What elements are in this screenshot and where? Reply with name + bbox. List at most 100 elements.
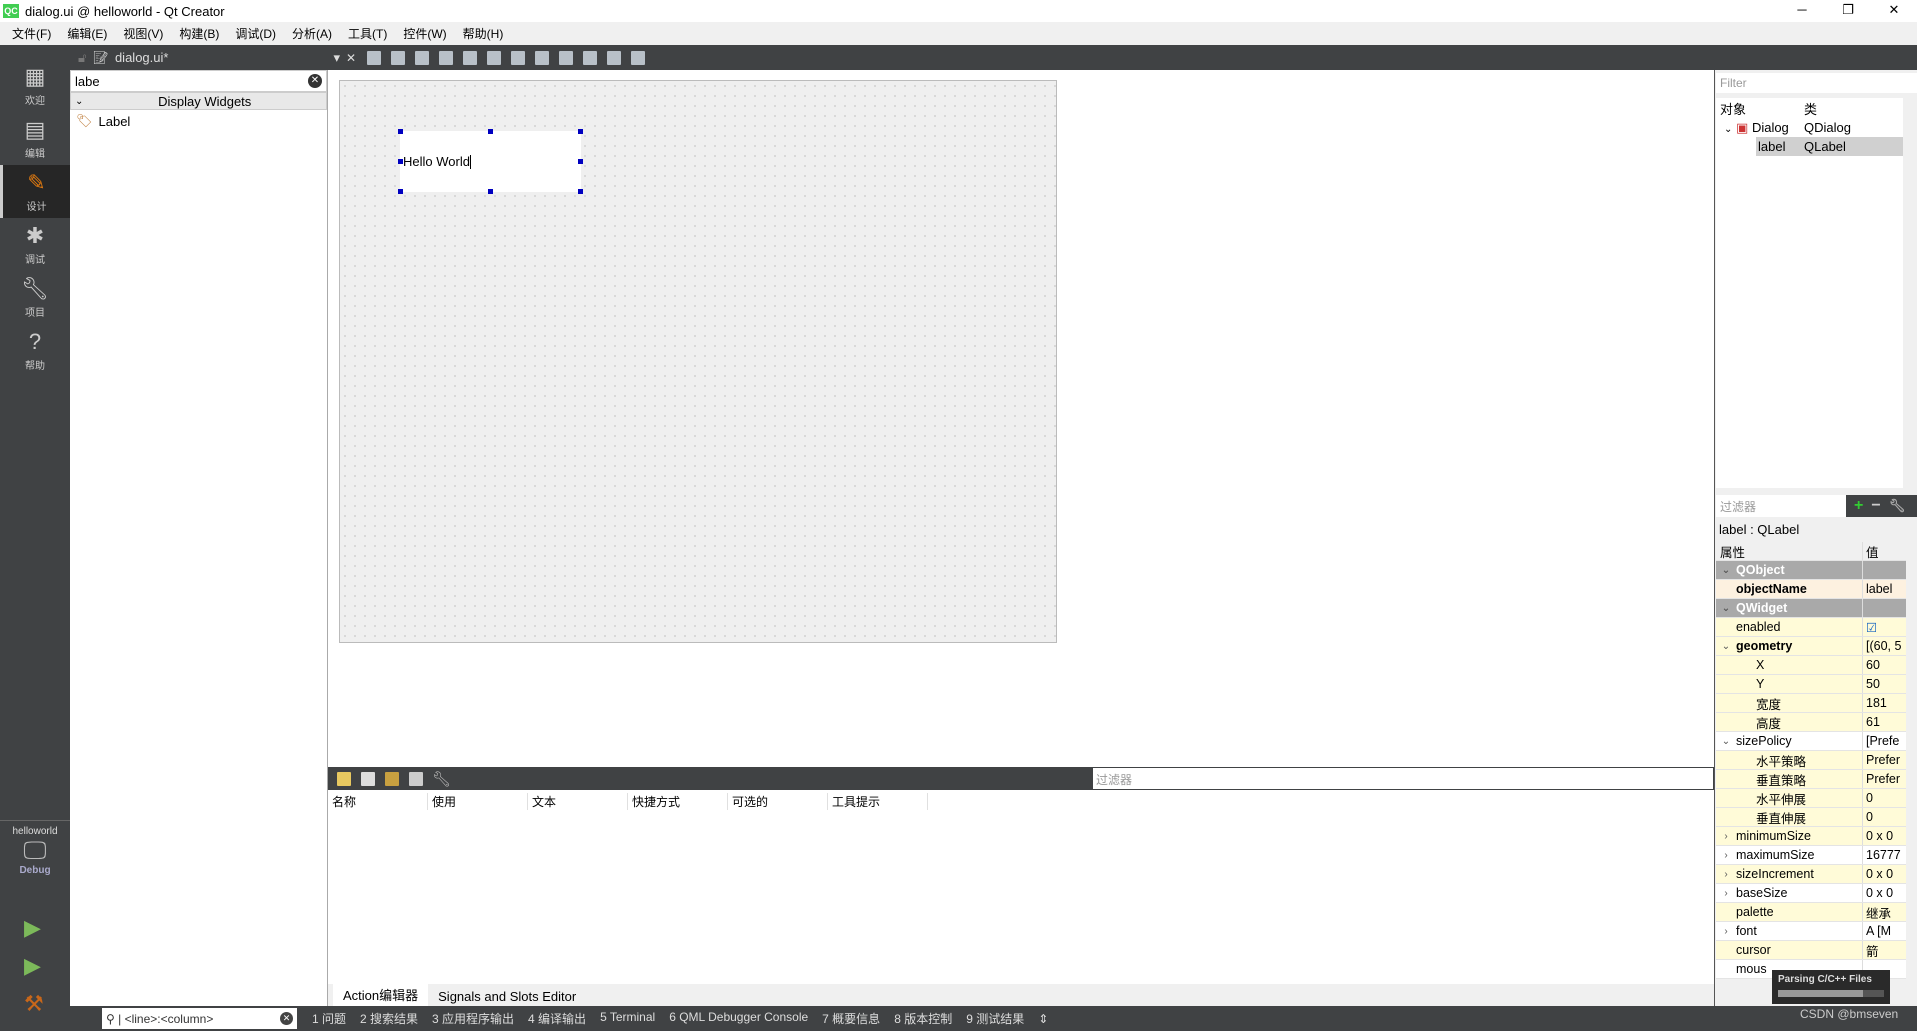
property-value[interactable]: 0 x 0 xyxy=(1863,829,1906,843)
property-row[interactable]: 宽度 181 xyxy=(1716,694,1906,713)
resize-handle[interactable] xyxy=(578,189,583,194)
layout-grid-icon[interactable] xyxy=(583,50,598,65)
remove-property-icon[interactable]: − xyxy=(1871,497,1880,515)
column-header[interactable]: 对象 xyxy=(1716,99,1804,118)
object-filter-input[interactable]: Filter xyxy=(1716,73,1917,93)
mode-edit[interactable]: ▤ 编辑 xyxy=(0,112,70,165)
property-value[interactable]: 60 xyxy=(1863,658,1906,672)
close-button[interactable]: ✕ xyxy=(1871,0,1917,22)
resize-handle[interactable] xyxy=(488,189,493,194)
property-row[interactable]: › maximumSize 16777 xyxy=(1716,846,1906,865)
expand-icon[interactable]: › xyxy=(1716,926,1736,937)
property-value[interactable]: Prefer xyxy=(1863,772,1906,786)
property-row[interactable]: objectName label xyxy=(1716,580,1906,599)
category-display-widgets[interactable]: ⌄ Display Widgets xyxy=(70,92,327,110)
tree-row-label[interactable]: label QLabel xyxy=(1756,137,1903,156)
property-value[interactable]: 0 x 0 xyxy=(1863,867,1906,881)
restore-button[interactable]: ❐ xyxy=(1825,0,1871,22)
edit-tab-order-icon[interactable] xyxy=(439,50,454,65)
menu-file[interactable]: 文件(F) xyxy=(4,25,59,42)
output-pane-button[interactable]: 8 版本控制 xyxy=(887,1010,959,1027)
tab-signals-slots[interactable]: Signals and Slots Editor xyxy=(428,987,586,1006)
property-row[interactable]: 垂直伸展 0 xyxy=(1716,808,1906,827)
property-value[interactable]: 0 xyxy=(1863,810,1906,824)
column-header[interactable]: 文本 xyxy=(528,792,628,810)
property-row[interactable]: 高度 61 xyxy=(1716,713,1906,732)
menu-edit[interactable]: 编辑(E) xyxy=(59,25,115,42)
mode-help[interactable]: ? 帮助 xyxy=(0,324,70,377)
property-row[interactable]: enabled ☑ xyxy=(1716,618,1906,637)
expand-icon[interactable]: ⌄ xyxy=(1716,603,1736,614)
property-value[interactable]: label xyxy=(1863,582,1906,596)
property-row[interactable]: X 60 xyxy=(1716,656,1906,675)
minimize-button[interactable]: ─ xyxy=(1779,0,1825,22)
resize-handle[interactable] xyxy=(578,129,583,134)
mode-design[interactable]: ✎ 设计 xyxy=(0,165,70,218)
layout-form-icon[interactable] xyxy=(559,50,574,65)
output-pane-button[interactable]: 5 Terminal xyxy=(593,1010,662,1027)
property-row[interactable]: ⌄ geometry [(60, 5 xyxy=(1716,637,1906,656)
menu-debug[interactable]: 调试(D) xyxy=(227,25,284,42)
resize-handle[interactable] xyxy=(398,129,403,134)
menu-widgets[interactable]: 控件(W) xyxy=(395,25,454,42)
property-filter-input[interactable]: 过滤器 xyxy=(1716,495,1846,517)
build-hammer-icon[interactable]: ⚒ xyxy=(24,991,44,1017)
output-pane-button[interactable]: 3 应用程序输出 xyxy=(425,1010,521,1027)
edit-signals-icon[interactable] xyxy=(391,50,406,65)
menu-view[interactable]: 视图(V) xyxy=(115,25,171,42)
property-row[interactable]: › baseSize 0 x 0 xyxy=(1716,884,1906,903)
expand-icon[interactable]: ⌄ xyxy=(1716,565,1736,576)
property-row[interactable]: ⌄ QObject xyxy=(1716,561,1906,580)
output-pane-button[interactable]: 2 搜索结果 xyxy=(353,1010,425,1027)
add-property-icon[interactable]: + xyxy=(1854,497,1863,515)
column-header[interactable]: 可选的 xyxy=(728,792,828,810)
paste-action-icon[interactable] xyxy=(385,771,399,786)
output-pane-button[interactable]: 9 测试结果 xyxy=(959,1010,1031,1027)
tab-action-editor[interactable]: Action编辑器 xyxy=(333,983,429,1006)
output-pane-button[interactable]: 6 QML Debugger Console xyxy=(662,1010,815,1027)
kit-selector[interactable]: helloworld 🖵︎ Debug xyxy=(0,820,70,876)
property-row[interactable]: › minimumSize 0 x 0 xyxy=(1716,827,1906,846)
property-row[interactable]: › font A [M xyxy=(1716,922,1906,941)
menu-tools[interactable]: 工具(T) xyxy=(340,25,395,42)
property-value[interactable]: 0 x 0 xyxy=(1863,886,1906,900)
resize-handle[interactable] xyxy=(398,159,403,164)
property-value[interactable]: [(60, 5 xyxy=(1863,639,1906,653)
widget-item-label[interactable]: 🏷︎ Label xyxy=(70,110,327,132)
property-value[interactable]: A [M xyxy=(1863,924,1906,938)
hello-world-label[interactable]: Hello World xyxy=(398,129,583,194)
expand-icon[interactable]: › xyxy=(1716,831,1736,842)
menu-analyze[interactable]: 分析(A) xyxy=(284,25,340,42)
property-value[interactable]: 箭 xyxy=(1863,941,1906,960)
action-filter-input[interactable]: 过滤器 xyxy=(1093,768,1713,789)
edit-widgets-icon[interactable] xyxy=(367,50,382,65)
property-value[interactable]: 0 xyxy=(1863,791,1906,805)
copy-action-icon[interactable] xyxy=(361,771,375,786)
column-header[interactable]: 快捷方式 xyxy=(628,792,728,810)
clear-icon[interactable]: ✕ xyxy=(280,1012,293,1025)
property-value[interactable]: [Prefe xyxy=(1863,734,1906,748)
expand-icon[interactable]: › xyxy=(1716,888,1736,899)
property-value[interactable]: 181 xyxy=(1863,696,1906,710)
debug-run-icon[interactable]: ▶ xyxy=(24,953,41,979)
menu-build[interactable]: 构建(B) xyxy=(171,25,227,42)
column-header[interactable]: 使用 xyxy=(428,792,528,810)
new-action-icon[interactable] xyxy=(337,771,351,786)
property-row[interactable]: ⌄ sizePolicy [Prefe xyxy=(1716,732,1906,751)
property-value[interactable]: 61 xyxy=(1863,715,1906,729)
expand-icon[interactable]: ⌄ xyxy=(1716,736,1736,747)
clear-icon[interactable]: ✕ xyxy=(308,74,322,88)
property-value[interactable]: 16777 xyxy=(1863,848,1906,862)
layout-v-splitter-icon[interactable] xyxy=(535,50,550,65)
resize-handle[interactable] xyxy=(578,159,583,164)
output-pane-button[interactable]: 4 编译输出 xyxy=(521,1010,593,1027)
mode-debug[interactable]: ✱ 调试 xyxy=(0,218,70,271)
layout-vertical-icon[interactable] xyxy=(487,50,502,65)
property-value[interactable]: Prefer xyxy=(1863,753,1906,767)
pane-toggle-icon[interactable]: ⇕ xyxy=(1031,1012,1055,1026)
document-selector[interactable]: 🔓︎ 📝︎ dialog.ui* ▾ xyxy=(70,50,340,66)
locator-input[interactable]: ⚲ | <line>:<column> ✕ xyxy=(102,1008,297,1029)
property-row[interactable]: cursor 箭 xyxy=(1716,941,1906,960)
property-value[interactable]: 50 xyxy=(1863,677,1906,691)
expand-icon[interactable]: › xyxy=(1716,850,1736,861)
